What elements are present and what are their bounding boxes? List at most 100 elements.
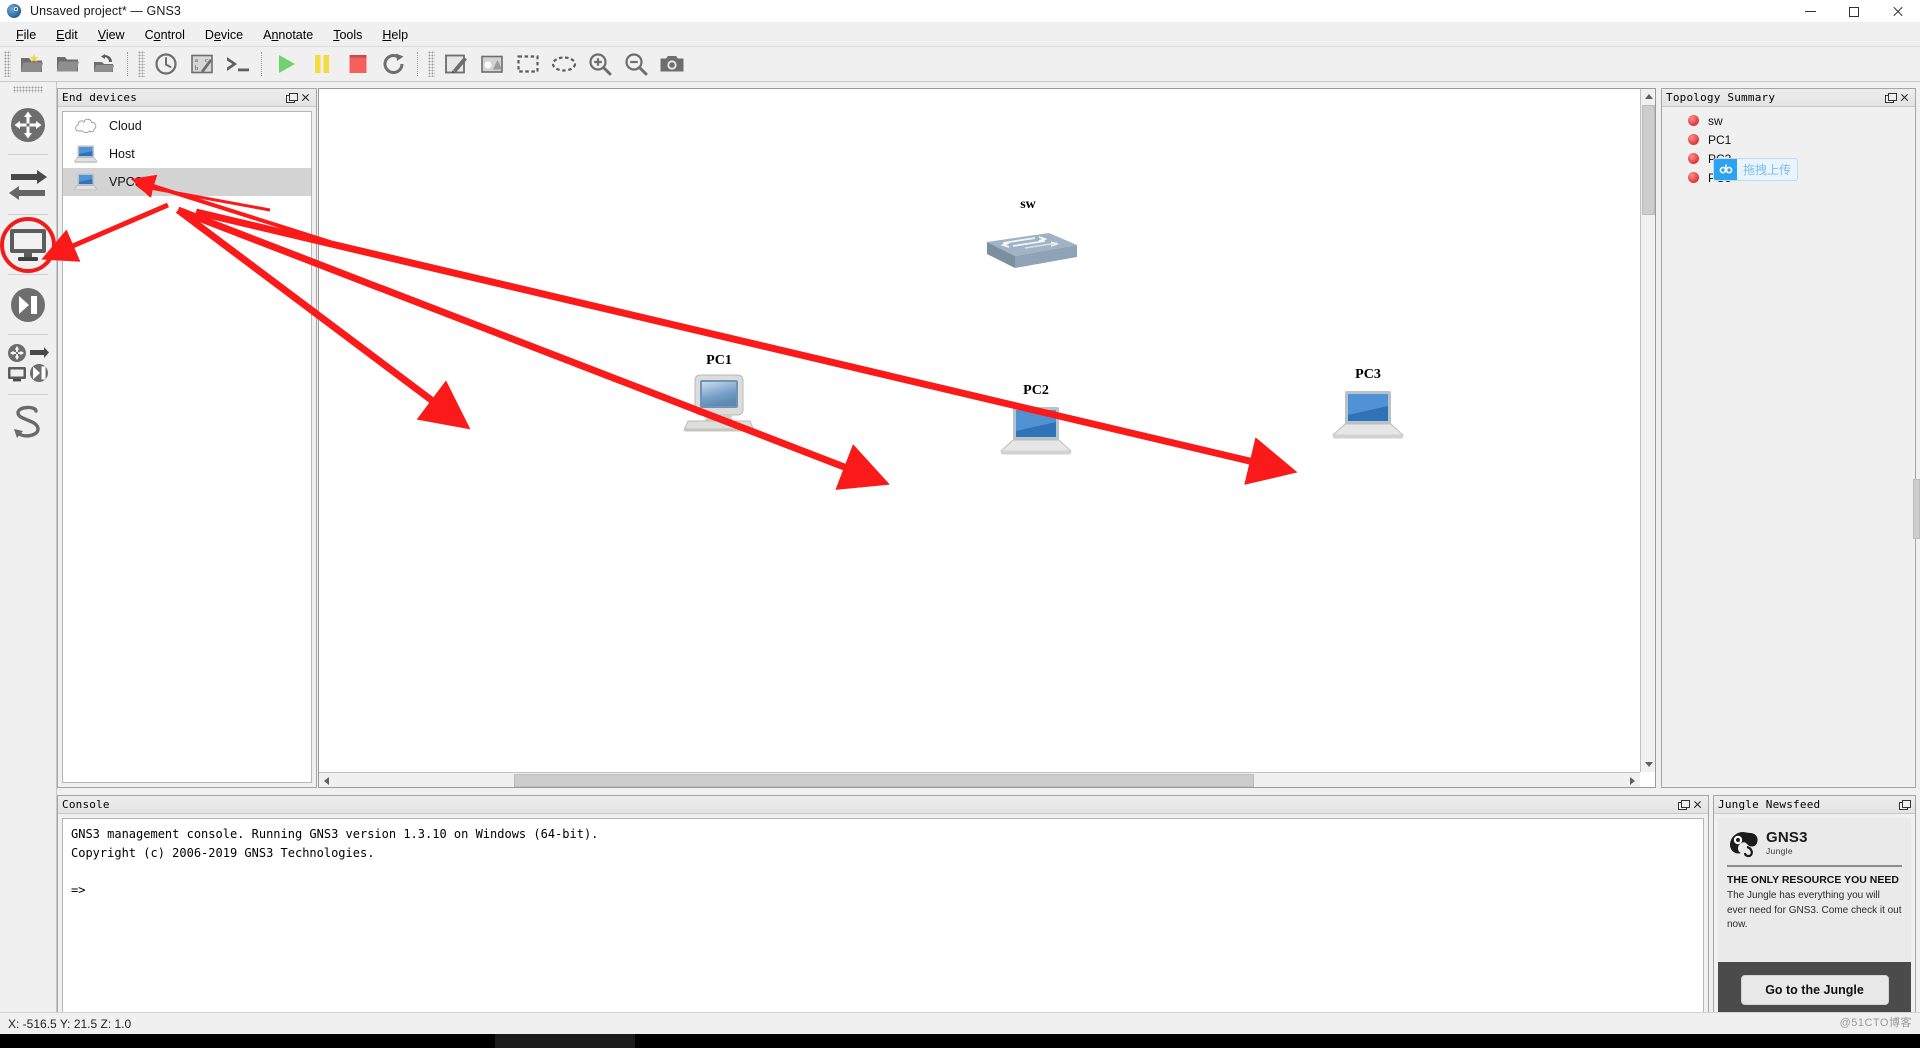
window-scroll-thumb[interactable]	[1913, 479, 1920, 539]
security-devices-button[interactable]	[5, 281, 52, 328]
device-item-host-label: Host	[109, 147, 135, 161]
topology-node-sw[interactable]: sw	[1666, 111, 1911, 130]
reload-all-button[interactable]	[376, 49, 412, 80]
device-toolbar-grip[interactable]	[13, 86, 43, 93]
topology-canvas[interactable]: sw PC1 PC2 PC3	[319, 89, 1629, 761]
chameleon-logo-icon	[1730, 832, 1758, 858]
canvas-node-pc2[interactable]: PC2	[991, 383, 1081, 466]
jungle-footer: Go to the Jungle	[1718, 962, 1911, 1018]
new-project-button[interactable]	[14, 49, 50, 80]
zoom-out-button[interactable]	[618, 49, 654, 80]
jungle-newsfeed-float-button[interactable]	[1897, 798, 1911, 812]
menu-device[interactable]: Device	[195, 25, 253, 45]
end-devices-close-button[interactable]	[298, 91, 312, 105]
device-toolbar-separator-5	[8, 394, 48, 395]
add-link-button[interactable]	[5, 401, 52, 448]
taskbar-item[interactable]	[495, 1034, 635, 1048]
canvas-node-pc1[interactable]: PC1	[674, 353, 764, 442]
toolbar-grip-2[interactable]	[138, 51, 145, 77]
draw-rectangle-button[interactable]	[510, 49, 546, 80]
canvas-node-pc3[interactable]: PC3	[1323, 367, 1413, 450]
canvas-node-pc2-label: PC2	[1023, 383, 1049, 398]
menu-file-rest: ile	[23, 27, 37, 42]
host-laptop-icon	[71, 143, 101, 165]
topology-summary-title: Topology Summary	[1666, 91, 1776, 104]
canvas-node-pc3-label: PC3	[1355, 367, 1381, 382]
device-item-host[interactable]: Host	[63, 140, 311, 168]
console-output[interactable]: GNS3 management console. Running GNS3 ve…	[62, 818, 1704, 1018]
os-taskbar[interactable]	[0, 1034, 1920, 1048]
start-all-button[interactable]	[268, 49, 304, 80]
pc-desktop-icon	[683, 374, 755, 432]
routers-button[interactable]	[5, 101, 52, 148]
draw-ellipse-button[interactable]	[546, 49, 582, 80]
open-project-button[interactable]	[50, 49, 86, 80]
save-project-as-button[interactable]	[86, 49, 122, 80]
toolbar-grip-3[interactable]	[428, 51, 435, 77]
gns3-application-window: Unsaved project* — GNS3 File Edit View C…	[0, 0, 1920, 1048]
firewall-icon	[11, 287, 45, 322]
end-devices-panel-titlebar: End devices	[58, 89, 316, 107]
console-float-button[interactable]	[1676, 798, 1690, 812]
close-button[interactable]	[1876, 0, 1920, 23]
switch-arrows-icon	[9, 169, 47, 200]
topology-canvas-container[interactable]: sw PC1 PC2 PC3	[318, 88, 1656, 788]
scroll-down-button[interactable]	[1641, 757, 1655, 772]
vertical-scroll-thumb[interactable]	[1642, 105, 1655, 215]
suspend-all-button[interactable]	[304, 49, 340, 80]
menu-view[interactable]: View	[88, 25, 135, 45]
insert-image-button[interactable]	[474, 49, 510, 80]
snapshot-history-button[interactable]	[148, 49, 184, 80]
canvas-vertical-scrollbar[interactable]	[1640, 89, 1655, 772]
go-to-jungle-button[interactable]: Go to the Jungle	[1740, 975, 1889, 1005]
jungle-newsfeed-titlebar: Jungle Newsfeed	[1714, 796, 1915, 814]
topology-node-pc1[interactable]: PC1	[1666, 130, 1911, 149]
maximize-button[interactable]	[1832, 0, 1876, 23]
zoom-in-button[interactable]	[582, 49, 618, 80]
add-note-button[interactable]	[438, 49, 474, 80]
stop-all-button[interactable]	[340, 49, 376, 80]
toolbar-separator-1	[127, 52, 129, 76]
pc-laptop-icon-2	[1331, 391, 1405, 439]
gns3-logo-icon	[6, 3, 23, 20]
toolbar-group-project	[14, 47, 122, 82]
console-all-button[interactable]	[220, 49, 256, 80]
menu-file[interactable]: File	[6, 25, 46, 45]
jungle-logo-sub: Jungle	[1766, 846, 1793, 856]
toolbar-separator-2	[261, 52, 263, 76]
switches-button[interactable]	[5, 161, 52, 208]
topology-summary-panel: Topology Summary sw PC1 PC2 PC3	[1661, 88, 1920, 788]
end-devices-button[interactable]	[0, 216, 56, 273]
status-indicator-stopped	[1688, 153, 1699, 164]
topology-summary-close-button[interactable]	[1897, 91, 1911, 105]
console-close-button[interactable]	[1690, 798, 1704, 812]
end-devices-float-button[interactable]	[284, 91, 298, 105]
canvas-horizontal-scrollbar[interactable]	[319, 772, 1640, 787]
scroll-up-button[interactable]	[1641, 89, 1655, 104]
status-indicator-stopped	[1688, 172, 1699, 183]
scroll-left-button[interactable]	[319, 773, 334, 787]
float-icon	[1678, 800, 1690, 810]
canvas-node-sw[interactable]: sw	[973, 197, 1083, 282]
console-panel: Console GNS3 management console. Running…	[57, 795, 1709, 1023]
link-cable-icon	[14, 405, 40, 438]
menu-edit[interactable]: Edit	[46, 25, 88, 45]
device-item-vpcs[interactable]: VPCS	[63, 168, 311, 196]
toolbar-grip[interactable]	[4, 51, 11, 77]
jungle-body-text: The Jungle has everything you will ever …	[1727, 890, 1902, 930]
minimize-button[interactable]	[1788, 0, 1832, 23]
show-hide-labels-button[interactable]: a c b	[184, 49, 220, 80]
all-devices-icon	[8, 343, 49, 382]
menu-control[interactable]: Control	[135, 25, 195, 45]
menu-annotate[interactable]: Annotate	[253, 25, 323, 45]
all-devices-button[interactable]	[5, 341, 52, 388]
main-toolbar: a c b	[0, 47, 1920, 82]
menu-help[interactable]: Help	[372, 25, 418, 45]
screenshot-button[interactable]	[654, 49, 690, 80]
horizontal-scroll-thumb[interactable]	[514, 774, 1254, 787]
scroll-right-button[interactable]	[1625, 773, 1640, 787]
drag-upload-badge[interactable]: 拖拽上传	[1713, 158, 1798, 181]
menu-tools[interactable]: Tools	[323, 25, 372, 45]
device-item-cloud[interactable]: Cloud	[63, 112, 311, 140]
topology-summary-float-button[interactable]	[1883, 91, 1897, 105]
